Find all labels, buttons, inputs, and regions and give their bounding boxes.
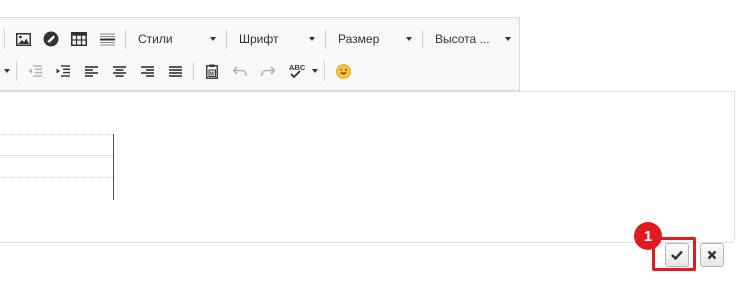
toolbar-separator	[226, 29, 227, 49]
toolbar-separator	[125, 29, 126, 49]
indent-icon[interactable]	[52, 60, 74, 82]
table-row[interactable]	[0, 178, 113, 200]
toolbar-separator	[4, 29, 5, 49]
close-icon	[707, 250, 717, 260]
toolbar-separator	[193, 61, 194, 81]
outdent-icon[interactable]	[24, 60, 46, 82]
table-icon[interactable]	[68, 28, 90, 50]
size-dropdown[interactable]: Размер	[330, 28, 418, 50]
emoji-icon[interactable]	[332, 60, 354, 82]
styles-dropdown-label: Стили	[138, 32, 173, 46]
image-icon[interactable]	[12, 28, 34, 50]
chevron-down-icon	[309, 37, 315, 41]
align-left-icon[interactable]	[80, 60, 102, 82]
horizontal-line-icon[interactable]	[96, 28, 118, 50]
svg-text:W: W	[210, 71, 215, 77]
table-row[interactable]	[0, 156, 113, 178]
font-dropdown[interactable]: Шрифт	[231, 28, 321, 50]
spellcheck-icon[interactable]: ABC	[285, 60, 311, 82]
size-dropdown-label: Размер	[338, 32, 380, 46]
spellcheck-text: ABC	[289, 63, 306, 72]
paste-word-icon[interactable]: W	[201, 60, 223, 82]
redo-icon[interactable]	[257, 60, 279, 82]
chevron-down-icon[interactable]	[4, 69, 10, 73]
content-table[interactable]	[0, 134, 114, 200]
toolbar-separator	[324, 61, 325, 81]
chevron-down-icon	[505, 37, 511, 41]
toolbar-row-1: Стили Шрифт Размер Высота ...	[0, 25, 517, 53]
chevron-down-icon	[210, 37, 216, 41]
align-right-icon[interactable]	[136, 60, 158, 82]
line-height-dropdown[interactable]: Высота ...	[427, 28, 517, 50]
save-button[interactable]	[665, 243, 689, 267]
chevron-down-icon	[406, 37, 412, 41]
toolbar-separator	[16, 61, 17, 81]
chevron-down-icon[interactable]	[312, 69, 318, 73]
cancel-button[interactable]	[700, 243, 724, 267]
step-number-badge: 1	[634, 222, 662, 250]
editor-toolbar: Стили Шрифт Размер Высота ... W ABC	[0, 17, 520, 91]
line-height-dropdown-label: Высота ...	[435, 32, 490, 46]
styles-dropdown[interactable]: Стили	[130, 28, 222, 50]
align-center-icon[interactable]	[108, 60, 130, 82]
check-icon	[671, 250, 683, 260]
font-dropdown-label: Шрифт	[239, 32, 279, 46]
toolbar-row-2: W ABC	[0, 57, 357, 85]
undo-icon[interactable]	[229, 60, 251, 82]
toolbar-separator	[422, 29, 423, 49]
toolbar-separator	[325, 29, 326, 49]
link-icon[interactable]	[40, 28, 62, 50]
table-row[interactable]	[0, 134, 113, 156]
align-justify-icon[interactable]	[164, 60, 186, 82]
